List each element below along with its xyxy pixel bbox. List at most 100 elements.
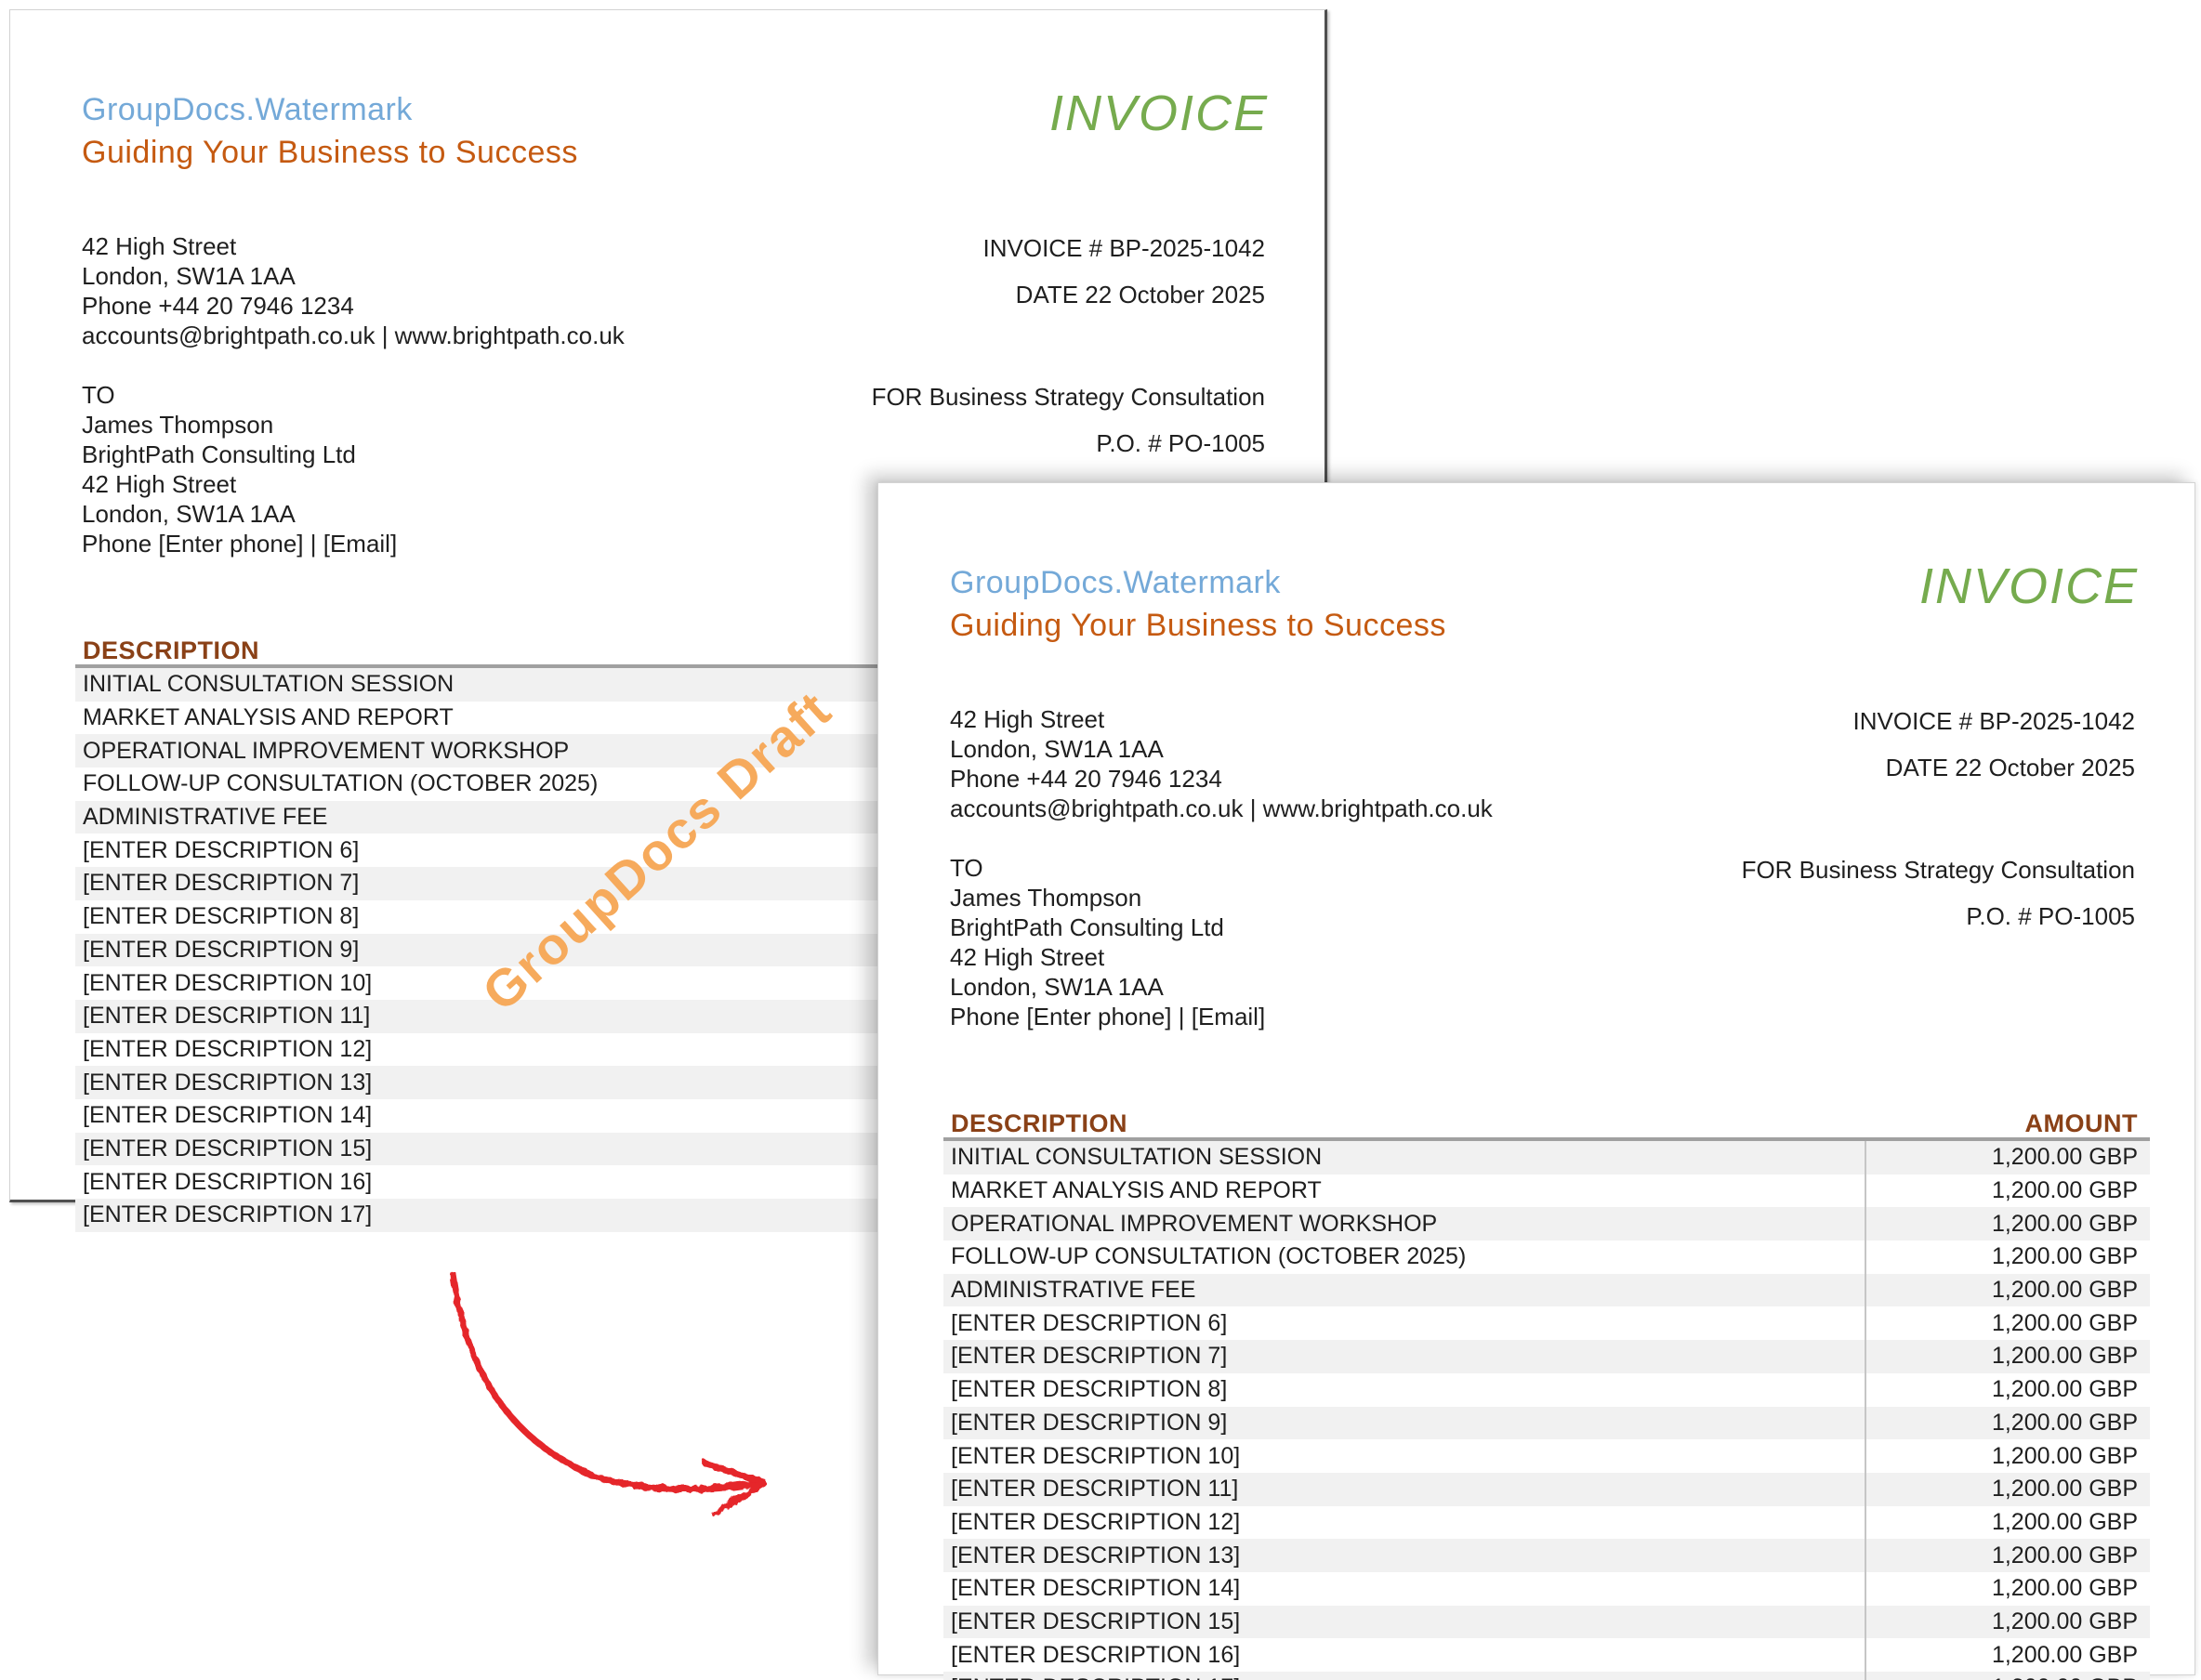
to-line: Phone [Enter phone] | [Email] bbox=[82, 529, 397, 558]
item-description: [ENTER DESCRIPTION 13] bbox=[943, 1542, 1865, 1569]
table-row: [ENTER DESCRIPTION 8]1,200.00 GBP bbox=[943, 1373, 2150, 1407]
item-description: FOLLOW-UP CONSULTATION (OCTOBER 2025) bbox=[943, 1243, 1865, 1270]
po-line: P.O. # PO-1005 bbox=[1742, 901, 2135, 931]
table-rows: INITIAL CONSULTATION SESSION1,200.00 GBP… bbox=[943, 1141, 2150, 1680]
item-amount: 1,200.00 GBP bbox=[1865, 1240, 2150, 1274]
item-description: [ENTER DESCRIPTION 8] bbox=[943, 1376, 1865, 1403]
invoice-meta-block: INVOICE # BP-2025-1042 DATE 22 October 2… bbox=[1853, 706, 2136, 799]
item-amount: 1,200.00 GBP bbox=[1865, 1672, 2150, 1680]
invoice-title: INVOICE bbox=[1049, 85, 1269, 142]
bill-to-block: TO James Thompson BrightPath Consulting … bbox=[82, 380, 397, 558]
item-amount: 1,200.00 GBP bbox=[1865, 1638, 2150, 1672]
to-line: London, SW1A 1AA bbox=[82, 499, 397, 529]
item-amount: 1,200.00 GBP bbox=[1865, 1572, 2150, 1606]
item-description: [ENTER DESCRIPTION 14] bbox=[943, 1575, 1865, 1602]
item-amount: 1,200.00 GBP bbox=[1865, 1306, 2150, 1340]
item-amount: 1,200.00 GBP bbox=[1865, 1175, 2150, 1208]
table-row: MARKET ANALYSIS AND REPORT1,200.00 GBP bbox=[943, 1175, 2150, 1208]
item-description: ADMINISTRATIVE FEE bbox=[943, 1277, 1865, 1304]
invoice-date-line: DATE 22 October 2025 bbox=[983, 280, 1266, 309]
invoice-number-line: INVOICE # BP-2025-1042 bbox=[1853, 706, 2136, 736]
item-description: [ENTER DESCRIPTION 7] bbox=[943, 1343, 1865, 1370]
brand-block: GroupDocs.Watermark Guiding Your Busines… bbox=[950, 561, 1446, 647]
table-row: [ENTER DESCRIPTION 13]1,200.00 GBP bbox=[943, 1539, 2150, 1572]
company-name: GroupDocs.Watermark bbox=[950, 561, 1446, 604]
item-amount: 1,200.00 GBP bbox=[1865, 1439, 2150, 1473]
to-line: Phone [Enter phone] | [Email] bbox=[950, 1002, 1265, 1031]
table-row: [ENTER DESCRIPTION 7]1,200.00 GBP bbox=[943, 1340, 2150, 1373]
item-description: [ENTER DESCRIPTION 6] bbox=[75, 837, 996, 864]
description-column-header: DESCRIPTION bbox=[75, 637, 996, 665]
item-description: OPERATIONAL IMPROVEMENT WORKSHOP bbox=[75, 738, 996, 765]
item-description: INITIAL CONSULTATION SESSION bbox=[75, 671, 996, 698]
item-amount: 1,200.00 GBP bbox=[1865, 1274, 2150, 1307]
item-description: [ENTER DESCRIPTION 15] bbox=[943, 1608, 1865, 1635]
to-line: 42 High Street bbox=[950, 942, 1265, 972]
item-description: [ENTER DESCRIPTION 6] bbox=[943, 1310, 1865, 1337]
item-description: [ENTER DESCRIPTION 12] bbox=[943, 1509, 1865, 1536]
address-line: London, SW1A 1AA bbox=[950, 734, 1493, 764]
to-line: BrightPath Consulting Ltd bbox=[82, 440, 397, 469]
table-row: [ENTER DESCRIPTION 12]1,200.00 GBP bbox=[943, 1506, 2150, 1540]
item-description: MARKET ANALYSIS AND REPORT bbox=[75, 704, 996, 731]
item-description: OPERATIONAL IMPROVEMENT WORKSHOP bbox=[943, 1211, 1865, 1238]
company-address-block: 42 High Street London, SW1A 1AA Phone +4… bbox=[82, 231, 625, 350]
to-line: BrightPath Consulting Ltd bbox=[950, 912, 1265, 942]
line-items-table: DESCRIPTION AMOUNT INITIAL CONSULTATION … bbox=[943, 1109, 2150, 1680]
item-amount: 1,200.00 GBP bbox=[1865, 1340, 2150, 1373]
po-line: P.O. # PO-1005 bbox=[872, 428, 1265, 458]
for-line: FOR Business Strategy Consultation bbox=[872, 382, 1265, 412]
item-amount: 1,200.00 GBP bbox=[1865, 1373, 2150, 1407]
table-header-row: DESCRIPTION AMOUNT bbox=[943, 1109, 2150, 1135]
invoice-meta-block: INVOICE # BP-2025-1042 DATE 22 October 2… bbox=[983, 233, 1266, 326]
item-description: [ENTER DESCRIPTION 12] bbox=[75, 1036, 996, 1063]
amount-column-header: AMOUNT bbox=[1865, 1109, 2150, 1138]
item-amount: 1,200.00 GBP bbox=[1865, 1506, 2150, 1540]
table-row: [ENTER DESCRIPTION 16]1,200.00 GBP bbox=[943, 1638, 2150, 1672]
item-description: [ENTER DESCRIPTION 11] bbox=[75, 1003, 996, 1030]
table-row: INITIAL CONSULTATION SESSION1,200.00 GBP bbox=[943, 1141, 2150, 1175]
table-row: [ENTER DESCRIPTION 15]1,200.00 GBP bbox=[943, 1606, 2150, 1639]
address-line: accounts@brightpath.co.uk | www.brightpa… bbox=[950, 794, 1493, 823]
item-amount: 1,200.00 GBP bbox=[1865, 1473, 2150, 1506]
address-line: Phone +44 20 7946 1234 bbox=[950, 764, 1493, 794]
for-po-block: FOR Business Strategy Consultation P.O. … bbox=[1742, 855, 2135, 948]
item-description: [ENTER DESCRIPTION 10] bbox=[943, 1443, 1865, 1470]
item-description: ADMINISTRATIVE FEE bbox=[75, 804, 996, 831]
to-label: TO bbox=[82, 380, 397, 410]
invoice-title: INVOICE bbox=[1919, 558, 2139, 615]
item-amount: 1,200.00 GBP bbox=[1865, 1407, 2150, 1440]
table-row: FOLLOW-UP CONSULTATION (OCTOBER 2025)1,2… bbox=[943, 1240, 2150, 1274]
company-tagline: Guiding Your Business to Success bbox=[950, 604, 1446, 647]
table-row: [ENTER DESCRIPTION 11]1,200.00 GBP bbox=[943, 1473, 2150, 1506]
item-description: [ENTER DESCRIPTION 17] bbox=[75, 1201, 996, 1228]
for-line: FOR Business Strategy Consultation bbox=[1742, 855, 2135, 885]
table-row: [ENTER DESCRIPTION 10]1,200.00 GBP bbox=[943, 1439, 2150, 1473]
address-line: 42 High Street bbox=[950, 704, 1493, 734]
for-po-block: FOR Business Strategy Consultation P.O. … bbox=[872, 382, 1265, 475]
item-amount: 1,200.00 GBP bbox=[1865, 1141, 2150, 1175]
to-line: James Thompson bbox=[950, 883, 1265, 912]
screenshot-canvas: GroupDocs.Watermark Guiding Your Busines… bbox=[0, 0, 2201, 1680]
address-line: 42 High Street bbox=[82, 231, 625, 261]
table-row: ADMINISTRATIVE FEE1,200.00 GBP bbox=[943, 1274, 2150, 1307]
address-line: London, SW1A 1AA bbox=[82, 261, 625, 291]
item-description: [ENTER DESCRIPTION 9] bbox=[943, 1410, 1865, 1437]
table-row: [ENTER DESCRIPTION 14]1,200.00 GBP bbox=[943, 1572, 2150, 1606]
item-description: [ENTER DESCRIPTION 11] bbox=[943, 1476, 1865, 1503]
item-description: [ENTER DESCRIPTION 7] bbox=[75, 870, 996, 897]
item-description: [ENTER DESCRIPTION 17] bbox=[943, 1674, 1865, 1680]
company-tagline: Guiding Your Business to Success bbox=[82, 131, 578, 174]
table-row: [ENTER DESCRIPTION 9]1,200.00 GBP bbox=[943, 1407, 2150, 1440]
company-name: GroupDocs.Watermark bbox=[82, 88, 578, 131]
item-description: FOLLOW-UP CONSULTATION (OCTOBER 2025) bbox=[75, 770, 996, 797]
to-line: James Thompson bbox=[82, 410, 397, 440]
item-amount: 1,200.00 GBP bbox=[1865, 1207, 2150, 1240]
to-line: 42 High Street bbox=[82, 469, 397, 499]
to-label: TO bbox=[950, 853, 1265, 883]
item-description: [ENTER DESCRIPTION 16] bbox=[75, 1169, 996, 1196]
table-row: OPERATIONAL IMPROVEMENT WORKSHOP1,200.00… bbox=[943, 1207, 2150, 1240]
description-column-header: DESCRIPTION bbox=[943, 1109, 1865, 1138]
company-address-block: 42 High Street London, SW1A 1AA Phone +4… bbox=[950, 704, 1493, 823]
item-description: [ENTER DESCRIPTION 14] bbox=[75, 1102, 996, 1129]
